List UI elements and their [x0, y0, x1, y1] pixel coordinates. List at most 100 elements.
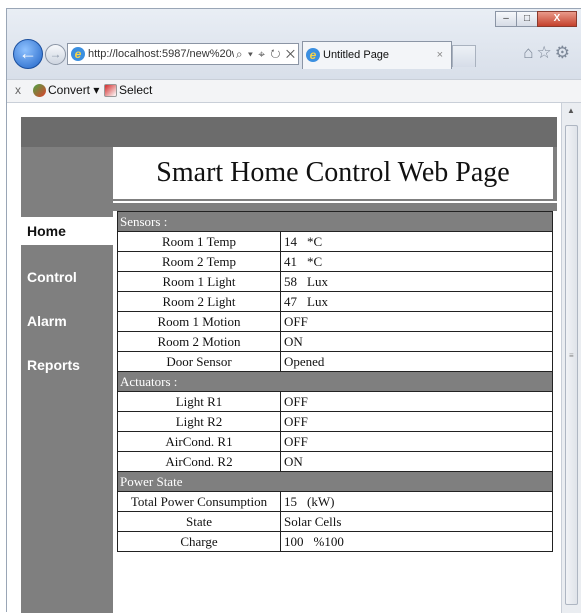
back-button[interactable]: ←	[13, 39, 43, 69]
tab-untitled-page[interactable]: e Untitled Page ×	[302, 41, 452, 69]
row-value: ON	[280, 451, 553, 472]
value-text: 47	[284, 293, 297, 309]
address-url[interactable]: http://localhost:5987/new%20wet	[88, 48, 249, 60]
value-text: 58	[284, 273, 297, 289]
command-bar: x Convert ▾ Select	[7, 79, 581, 103]
power-heading: Power State	[117, 471, 553, 492]
row-value: 15 (kW)	[280, 491, 553, 512]
ie-tab-icon: e	[306, 48, 320, 63]
maximize-button[interactable]: □	[516, 11, 538, 27]
row-value: 47 Lux	[280, 291, 553, 312]
vertical-scrollbar[interactable]: ▲ ≡	[561, 103, 581, 613]
scroll-up-icon[interactable]: ▲	[567, 106, 575, 115]
close-window-button[interactable]: X	[537, 11, 577, 27]
nav-item-alarm[interactable]: Alarm	[21, 299, 113, 343]
value-text: 100	[284, 533, 304, 549]
table-row: AirCond. R2 ON	[117, 451, 553, 472]
row-label: Room 1 Light	[117, 271, 281, 292]
unit-text: Lux	[307, 273, 328, 289]
table-row: Room 1 Temp 14 *C	[117, 231, 553, 252]
row-label: Room 2 Light	[117, 291, 281, 312]
value-text: Opened	[284, 353, 325, 369]
row-value: Solar Cells	[280, 511, 553, 532]
minimize-button[interactable]: –	[495, 11, 517, 27]
scroll-thumb[interactable]: ≡	[565, 125, 578, 605]
row-value: 41 *C	[280, 251, 553, 272]
sensors-heading: Sensors :	[117, 211, 553, 232]
page-viewport: Smart Home Control Web Page Home Control…	[7, 103, 561, 613]
row-label: Room 2 Temp	[117, 251, 281, 272]
select-label: Select	[119, 83, 153, 97]
row-value: OFF	[280, 391, 553, 412]
value-text: ON	[284, 333, 303, 349]
unit-text: Lux	[307, 293, 328, 309]
ie-page-icon: e	[71, 47, 85, 62]
row-label: Room 1 Temp	[117, 231, 281, 252]
address-tools-icons[interactable]: ⌕ ▾ ⌖ ↻ ✕	[233, 44, 296, 64]
command-bar-close-icon[interactable]: x	[15, 80, 21, 100]
unit-text: %100	[313, 533, 344, 549]
row-label: Light R2	[117, 411, 281, 432]
navigation-row: ← → e http://localhost:5987/new%20wet ⌕ ▾…	[7, 39, 581, 73]
tab-title: Untitled Page	[323, 49, 390, 61]
convert-button[interactable]: Convert ▾	[33, 80, 99, 100]
select-button[interactable]: Select	[104, 80, 152, 100]
value-text: OFF	[284, 313, 308, 329]
table-row: Room 2 Temp 41 *C	[117, 251, 553, 272]
grip-icon: ≡	[569, 351, 574, 360]
section-header-row: Actuators :	[117, 371, 553, 392]
status-table: Sensors : Room 1 Temp 14 *C Room 2 Temp 41 *…	[117, 211, 553, 552]
row-label: Door Sensor	[117, 351, 281, 372]
page-title: Smart Home Control Web Page	[113, 147, 553, 199]
nav-item-home[interactable]: Home	[21, 217, 113, 245]
row-label: AirCond. R2	[117, 451, 281, 472]
table-row: Charge 100 %100	[117, 531, 553, 552]
row-label: Room 2 Motion	[117, 331, 281, 352]
row-label: Total Power Consumption	[117, 491, 281, 512]
table-row: Room 1 Light 58 Lux	[117, 271, 553, 292]
page-background: Smart Home Control Web Page Home Control…	[21, 117, 557, 613]
table-row: Light R1 OFF	[117, 391, 553, 412]
address-bar[interactable]: e http://localhost:5987/new%20wet ⌕ ▾ ⌖ ↻…	[67, 43, 299, 65]
row-label: Light R1	[117, 391, 281, 412]
value-text: OFF	[284, 433, 308, 449]
section-header-row: Sensors :	[117, 211, 553, 232]
table-row: AirCond. R1 OFF	[117, 431, 553, 452]
unit-text: (kW)	[307, 493, 335, 509]
convert-icon	[33, 84, 46, 98]
browser-titlebar: – □ X ← → e http://localhost:5987/new%20w…	[7, 9, 581, 87]
table-row: Room 2 Motion ON	[117, 331, 553, 352]
forward-button[interactable]: →	[45, 44, 66, 65]
tab-close-icon[interactable]: ×	[437, 42, 443, 68]
section-header-row: Power State	[117, 471, 553, 492]
table-row: Light R2 OFF	[117, 411, 553, 432]
window-controls: – □ X	[495, 11, 577, 27]
value-text: ON	[284, 453, 303, 469]
select-icon	[104, 84, 117, 98]
home-favorites-tools-icons[interactable]: ⌂☆⚙	[523, 43, 573, 63]
value-text: OFF	[284, 393, 308, 409]
value-text: 41	[284, 253, 297, 269]
new-tab-button[interactable]	[452, 45, 476, 67]
value-text: 14	[284, 233, 297, 249]
row-label: AirCond. R1	[117, 431, 281, 452]
unit-text: *C	[307, 233, 323, 249]
unit-text: *C	[307, 253, 323, 269]
browser-window: – □ X ← → e http://localhost:5987/new%20w…	[6, 8, 581, 613]
nav-item-control[interactable]: Control	[21, 255, 113, 299]
title-separator	[113, 201, 557, 203]
row-label: State	[117, 511, 281, 532]
content-area: Sensors : Room 1 Temp 14 *C Room 2 Temp 41 *…	[113, 211, 557, 613]
row-value: OFF	[280, 411, 553, 432]
table-row: Room 1 Motion OFF	[117, 311, 553, 332]
row-value: Opened	[280, 351, 553, 372]
nav-item-reports[interactable]: Reports	[21, 343, 113, 387]
table-row: Total Power Consumption 15 (kW)	[117, 491, 553, 512]
value-text: Solar Cells	[284, 513, 342, 529]
top-band	[21, 117, 557, 147]
row-value: 58 Lux	[280, 271, 553, 292]
row-value: 14 *C	[280, 231, 553, 252]
table-row: Door Sensor Opened	[117, 351, 553, 372]
actuators-heading: Actuators :	[117, 371, 553, 392]
value-text: 15	[284, 493, 297, 509]
